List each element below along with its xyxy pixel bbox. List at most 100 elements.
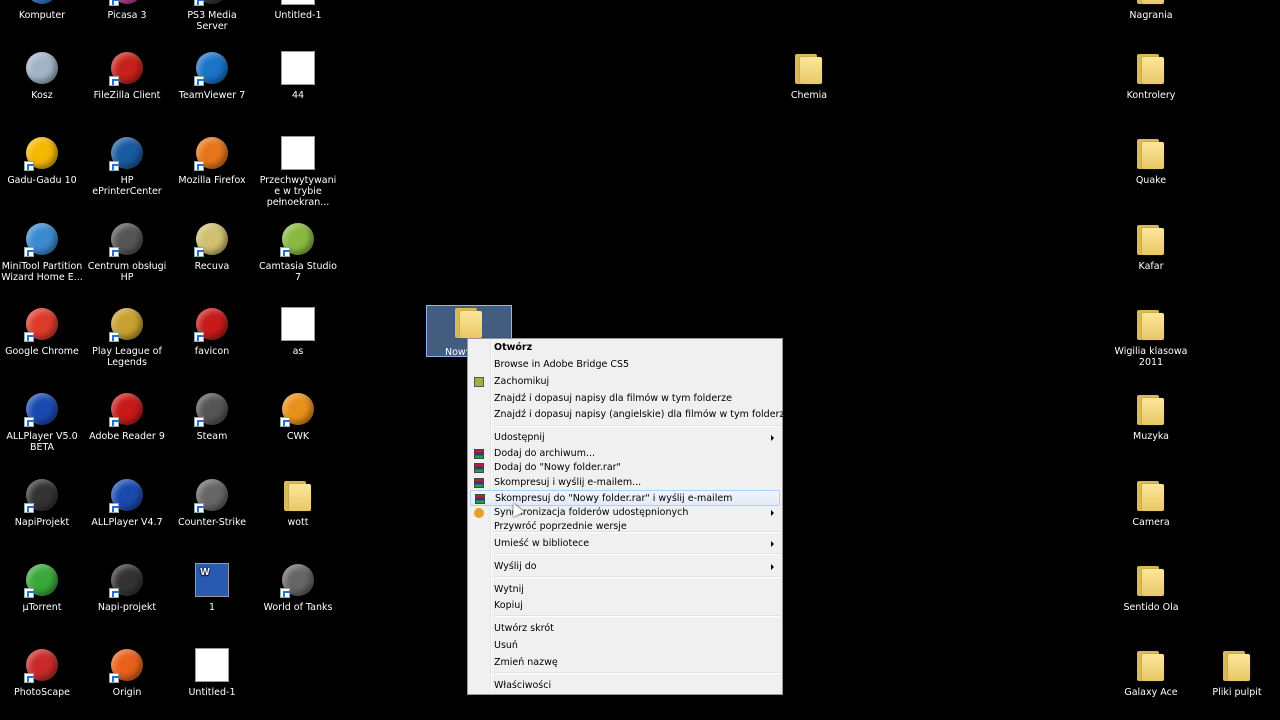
desktop-icon[interactable]: Kafar	[1109, 221, 1193, 272]
desktop-icon-label: µTorrent	[22, 602, 62, 613]
menu-item[interactable]: Przywróć poprzednie wersje	[470, 519, 780, 535]
menu-item[interactable]: Usuń	[470, 638, 780, 654]
shortcut-arrow-icon	[280, 247, 290, 257]
menu-item[interactable]: Dodaj do "Nowy folder.rar"	[470, 460, 780, 476]
desktop-icon[interactable]: Przechwytywanie w trybie pełnoekran...	[256, 135, 340, 208]
desktop-icon[interactable]: Origin	[85, 647, 169, 698]
menu-item-label: Kopiuj	[494, 600, 523, 611]
menu-item[interactable]: Udostępnij	[470, 430, 780, 446]
folder-icon	[1133, 647, 1169, 683]
shortcut-arrow-icon	[194, 161, 204, 171]
menu-item[interactable]: Znajdź i dopasuj napisy (angielskie) dla…	[470, 407, 790, 423]
desktop-icon[interactable]: CWK	[256, 391, 340, 442]
world-of-tanks-icon	[280, 562, 316, 598]
menu-item[interactable]: Wytnij	[470, 582, 780, 598]
shortcut-arrow-icon	[109, 0, 119, 6]
desktop-icon-label: Google Chrome	[5, 346, 79, 357]
desktop-icon[interactable]: Chemia	[767, 50, 851, 101]
desktop-icon-label: MiniTool Partition Wizard Home E...	[1, 261, 83, 283]
desktop-icon[interactable]: Gadu-Gadu 10	[0, 135, 84, 186]
menu-item[interactable]: Browse in Adobe Bridge CS5	[470, 357, 780, 373]
desktop-icon[interactable]: Untitled-1	[170, 647, 254, 698]
desktop-icon[interactable]: Google Chrome	[0, 306, 84, 357]
hp-icon	[109, 221, 145, 257]
desktop-icon-label: Gadu-Gadu 10	[7, 175, 77, 186]
desktop-icon-label: Centrum obsługi HP	[87, 261, 167, 283]
desktop-icon[interactable]: Picasa 3	[85, 0, 169, 21]
desktop-icon[interactable]: ALLPlayer V5.0 BETA	[0, 391, 84, 453]
desktop-icon[interactable]: World of Tanks	[256, 562, 340, 613]
desktop-icon[interactable]: Pliki pulpit	[1195, 647, 1279, 698]
desktop-icon[interactable]: Kontrolery	[1109, 50, 1193, 101]
menu-item[interactable]: Skompresuj i wyślij e-mailem...	[470, 475, 780, 491]
desktop-icon-label: NapiProjekt	[14, 517, 70, 528]
desktop-icon[interactable]: favicon	[170, 306, 254, 357]
desktop-icon[interactable]: PhotoScape	[0, 647, 84, 698]
desktop-icon[interactable]: Sentido Ola	[1109, 562, 1193, 613]
menu-item[interactable]: Znajdź i dopasuj napisy dla filmów w tym…	[470, 391, 780, 407]
desktop-icon[interactable]: Komputer	[0, 0, 84, 21]
shortcut-arrow-icon	[194, 503, 204, 513]
image-file-icon	[280, 306, 316, 342]
menu-item[interactable]: Umieść w bibliotece	[470, 536, 780, 552]
menu-item[interactable]: Kopiuj	[470, 598, 780, 614]
folder-icon	[280, 477, 316, 513]
desktop-icon-label: PS3 Media Server	[187, 10, 237, 32]
desktop-icon[interactable]: Nagrania	[1109, 0, 1193, 21]
desktop-icon[interactable]: Muzyka	[1109, 391, 1193, 442]
desktop-icon[interactable]: as	[256, 306, 340, 357]
folder-icon	[1133, 562, 1169, 598]
desktop-icon[interactable]: Galaxy Ace	[1109, 647, 1193, 698]
desktop-icon[interactable]: Wigilia klasowa 2011	[1109, 306, 1193, 368]
desktop-icon[interactable]: NapiProjekt	[0, 477, 84, 528]
desktop-icon[interactable]: Quake	[1109, 135, 1193, 186]
desktop-icon[interactable]: MiniTool Partition Wizard Home E...	[0, 221, 84, 283]
desktop-icon[interactable]: Play League of Legends	[85, 306, 169, 368]
menu-item[interactable]: Wyślij do	[470, 559, 780, 575]
cwk-icon	[280, 391, 316, 427]
desktop-icon[interactable]: HP ePrinterCenter	[85, 135, 169, 197]
desktop-icon[interactable]: µTorrent	[0, 562, 84, 613]
desktop-icon-label: 44	[291, 90, 305, 101]
chrome-icon	[24, 306, 60, 342]
menu-item[interactable]: Zmień nazwę	[470, 655, 780, 671]
desktop-icon[interactable]: Napi-projekt	[85, 562, 169, 613]
desktop-icon[interactable]: Untitled-1	[256, 0, 340, 21]
desktop-icon[interactable]: FileZilla Client	[85, 50, 169, 101]
desktop-icon-label: FileZilla Client	[93, 90, 161, 101]
desktop-icon[interactable]: W1	[170, 562, 254, 613]
desktop-icon[interactable]: Mozilla Firefox	[170, 135, 254, 186]
menu-item[interactable]: Właściwości	[470, 678, 780, 694]
submenu-arrow-icon	[771, 564, 774, 570]
desktop-icon[interactable]: Camera	[1109, 477, 1193, 528]
desktop-icon[interactable]: Centrum obsługi HP	[85, 221, 169, 283]
desktop-icon-label: ALLPlayer V4.7	[91, 517, 163, 528]
menu-item[interactable]: Zachomikuj	[470, 374, 780, 390]
desktop-icon-label: Kontrolery	[1126, 90, 1176, 101]
menu-item[interactable]: Utwórz skrót	[470, 621, 780, 637]
word-document-icon: W	[194, 562, 230, 598]
desktop-icon[interactable]: Kosz	[0, 50, 84, 101]
desktop-icon[interactable]: Counter-Strike	[170, 477, 254, 528]
desktop-icon[interactable]: wott	[256, 477, 340, 528]
shortcut-arrow-icon	[194, 247, 204, 257]
desktop-icon[interactable]: PS3 Media Server	[170, 0, 254, 32]
menu-item[interactable]: Otwórz	[470, 340, 780, 356]
desktop-icon-label: Chemia	[790, 90, 828, 101]
desktop-icon[interactable]: 44	[256, 50, 340, 101]
desktop-icon[interactable]: Steam	[170, 391, 254, 442]
desktop-icon[interactable]: TeamViewer 7	[170, 50, 254, 101]
desktop-icon-label: HP ePrinterCenter	[92, 175, 162, 197]
winrar-icon	[474, 449, 484, 459]
folder-icon	[1219, 647, 1255, 683]
recycle-bin-icon	[24, 50, 60, 86]
desktop-icon[interactable]: Adobe Reader 9	[85, 391, 169, 442]
desktop-icon-label: ALLPlayer V5.0 BETA	[6, 431, 78, 453]
shortcut-arrow-icon	[194, 76, 204, 86]
menu-separator	[494, 615, 780, 617]
adobe-reader-icon	[109, 391, 145, 427]
desktop-icon[interactable]: Camtasia Studio 7	[256, 221, 340, 283]
desktop-icon[interactable]: Recuva	[170, 221, 254, 272]
desktop-icon[interactable]: ALLPlayer V4.7	[85, 477, 169, 528]
shortcut-arrow-icon	[194, 332, 204, 342]
